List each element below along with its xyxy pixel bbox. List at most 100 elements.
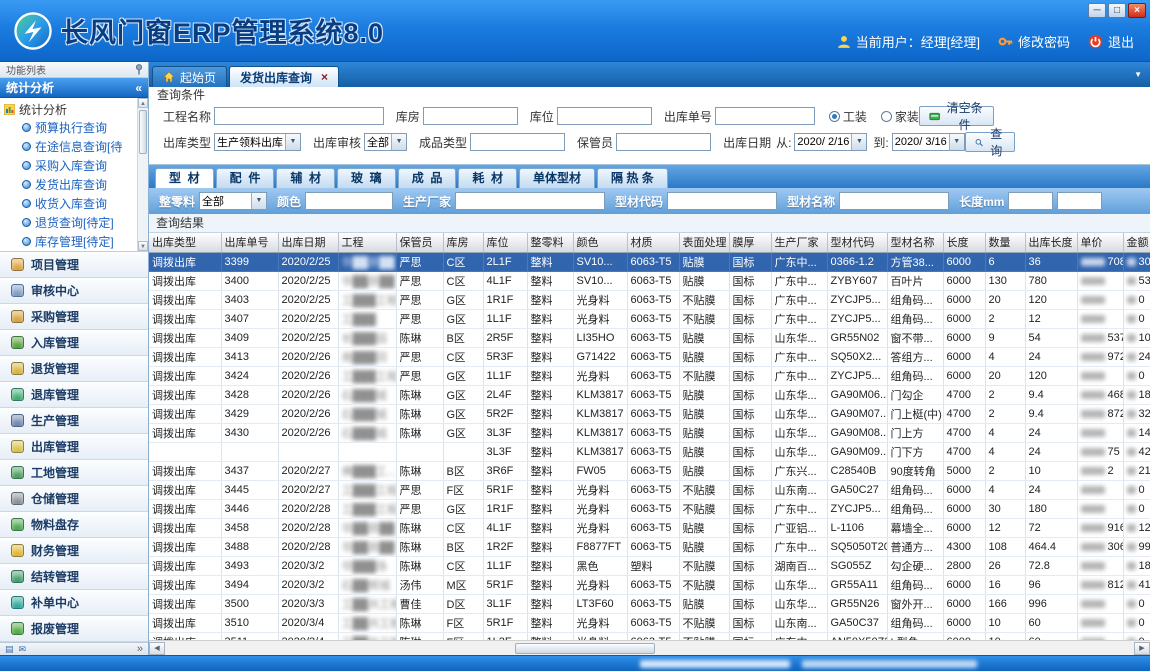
- radio-jiazhuang[interactable]: 家装: [881, 108, 919, 125]
- close-tab-icon[interactable]: ×: [321, 72, 328, 82]
- warehouse-input[interactable]: [423, 107, 518, 125]
- location-input[interactable]: [557, 107, 652, 125]
- project-name-input[interactable]: [214, 107, 384, 125]
- order-no-input[interactable]: [715, 107, 815, 125]
- column-header[interactable]: 材质: [627, 233, 679, 252]
- material-tab-6[interactable]: 单体型材: [519, 168, 595, 188]
- tree-item[interactable]: 收货入库查询: [4, 194, 136, 213]
- tree-item[interactable]: 预算执行查询: [4, 118, 136, 137]
- scroll-down-icon[interactable]: ▼: [138, 241, 148, 251]
- column-header[interactable]: 金额: [1123, 233, 1150, 252]
- column-header[interactable]: 膜厚: [729, 233, 771, 252]
- table-row[interactable]: 调拨出库34282020/2/26石███城陈琳G区2L4F整料KLM38176…: [149, 385, 1150, 404]
- material-tab-4[interactable]: 成 品: [398, 168, 457, 188]
- column-header[interactable]: 数量: [985, 233, 1025, 252]
- column-header[interactable]: 工程: [338, 233, 396, 252]
- logout-button[interactable]: 退出: [1088, 32, 1134, 51]
- column-header[interactable]: 库位: [483, 233, 527, 252]
- table-row[interactable]: 调拨出库34072020/2/25工███严思G区1L1F整料光身料6063-T…: [149, 309, 1150, 328]
- column-header[interactable]: 长度: [943, 233, 985, 252]
- tree-item[interactable]: 在途信息查询[待: [4, 137, 136, 156]
- sidebar-item-stock-return[interactable]: 退库管理: [0, 382, 148, 408]
- profile-code-input[interactable]: [667, 192, 777, 210]
- length-min-input[interactable]: [1008, 192, 1053, 210]
- profile-name-input[interactable]: [839, 192, 949, 210]
- scroll-thumb[interactable]: [139, 110, 147, 154]
- product-type-input[interactable]: [470, 133, 565, 151]
- tree-item[interactable]: 退货查询[待定]: [4, 213, 136, 232]
- column-header[interactable]: 整零料: [527, 233, 573, 252]
- table-row[interactable]: 调拨出库34452020/2/27工███工程严思F区5R1F整料光身料6063…: [149, 480, 1150, 499]
- column-header[interactable]: 保管员: [396, 233, 443, 252]
- scroll-thumb[interactable]: [515, 643, 655, 654]
- minimize-button[interactable]: ─: [1088, 3, 1106, 18]
- horizontal-scrollbar[interactable]: ◀ ▶: [149, 640, 1150, 655]
- sidebar-item-returns[interactable]: 退货管理: [0, 356, 148, 382]
- material-tab-3[interactable]: 玻 璃: [337, 168, 396, 188]
- material-tab-1[interactable]: 配 件: [216, 168, 275, 188]
- scroll-left-icon[interactable]: ◀: [149, 642, 165, 655]
- sidebar-item-production[interactable]: 生产管理: [0, 408, 148, 434]
- table-row[interactable]: 调拨出库34242020/2/26工███工程严思G区1L1F整料光身料6063…: [149, 366, 1150, 385]
- audit-select[interactable]: 全部 ▼: [364, 133, 407, 151]
- scroll-up-icon[interactable]: ▲: [138, 98, 148, 108]
- table-row[interactable]: 调拨出库34932020/3/2华███场陈琳C区1L1F整料黑色塑料不贴膜国标…: [149, 556, 1150, 575]
- clear-conditions-button[interactable]: 清空条件: [919, 106, 994, 126]
- table-row[interactable]: 调拨出库34942020/3/2石██辉城汤伟M区5R1F整料光身料6063-T…: [149, 575, 1150, 594]
- more-chevron-icon[interactable]: »: [137, 644, 143, 654]
- pin-icon[interactable]: [134, 64, 144, 75]
- table-row[interactable]: 调拨出库34462020/2/28工███工程严思G区1R1F整料光身料6063…: [149, 499, 1150, 518]
- sidebar-item-purchasing[interactable]: 采购管理: [0, 304, 148, 330]
- material-tab-2[interactable]: 辅 材: [276, 168, 335, 188]
- monitor-icon[interactable]: ▤: [5, 644, 14, 655]
- table-row[interactable]: 调拨出库34302020/2/26石███城陈琳G区3L3F整料KLM38176…: [149, 423, 1150, 442]
- table-row[interactable]: 调拨出库35102020/3/4工██共工程陈琳F区5R1F整料光身料6063-…: [149, 613, 1150, 632]
- search-button[interactable]: 查 询: [965, 132, 1015, 152]
- tab-shipment-outbound-query[interactable]: 发货出库查询 ×: [229, 66, 339, 87]
- tab-home[interactable]: 起始页: [152, 66, 227, 87]
- column-header[interactable]: 型材代码: [827, 233, 887, 252]
- close-window-button[interactable]: ×: [1128, 3, 1146, 18]
- table-row[interactable]: 调拨出库34292020/2/26石███城陈琳G区5R2F整料KLM38176…: [149, 404, 1150, 423]
- table-row[interactable]: 调拨出库35002020/3/3工██共工程曹佳D区3L1F整料LT3F6060…: [149, 594, 1150, 613]
- table-row[interactable]: 调拨出库34372020/2/27佛███工...陈琳B区3R6F整料FW056…: [149, 461, 1150, 480]
- color-input[interactable]: [305, 192, 393, 210]
- column-header[interactable]: 出库类型: [149, 233, 221, 252]
- sidebar-section-statistics[interactable]: 统计分析 «: [0, 78, 148, 98]
- maker-input[interactable]: [455, 192, 605, 210]
- column-header[interactable]: 单价: [1077, 233, 1123, 252]
- table-row[interactable]: 调拨出库34002020/2/25华██原██严思C区4L1F整料SV10...…: [149, 271, 1150, 290]
- table-row[interactable]: 调拨出库34032020/2/25工███工程严思G区1R1F整料光身料6063…: [149, 290, 1150, 309]
- column-header[interactable]: 生产厂家: [771, 233, 827, 252]
- radio-gongzhuang[interactable]: 工装: [829, 108, 867, 125]
- tree-item[interactable]: 库存管理[待定]: [4, 232, 136, 251]
- change-password-link[interactable]: 修改密码: [998, 32, 1070, 51]
- table-row[interactable]: 3L3F整料KLM38176063-T5贴膜国标山东华...GA90M09...…: [149, 442, 1150, 461]
- sidebar-item-scrap[interactable]: 报废管理: [0, 616, 148, 642]
- column-header[interactable]: 库房: [443, 233, 483, 252]
- sidebar-item-inbound[interactable]: 入库管理: [0, 330, 148, 356]
- sidebar-item-sites[interactable]: 工地管理: [0, 460, 148, 486]
- collapse-icon[interactable]: «: [135, 81, 142, 95]
- sidebar-item-finance[interactable]: 财务管理: [0, 538, 148, 564]
- column-header[interactable]: 出库单号: [221, 233, 278, 252]
- scroll-track[interactable]: [165, 642, 1134, 655]
- date-from-select[interactable]: 2020/ 2/16 ▼: [794, 133, 867, 151]
- tree-item[interactable]: 采购入库查询: [4, 156, 136, 175]
- tree-root[interactable]: 统计分析: [4, 100, 136, 118]
- material-tab-5[interactable]: 耗 材: [458, 168, 517, 188]
- column-header[interactable]: 出库日期: [278, 233, 338, 252]
- column-header[interactable]: 颜色: [573, 233, 627, 252]
- message-icon[interactable]: ✉: [19, 644, 27, 655]
- date-to-select[interactable]: 2020/ 3/16 ▼: [892, 133, 965, 151]
- sidebar-item-warehouse[interactable]: 仓储管理: [0, 486, 148, 512]
- table-row[interactable]: 调拨出库34582020/2/28华██原██陈琳C区4L1F整料光身料6063…: [149, 518, 1150, 537]
- tree-item[interactable]: 发货出库查询: [4, 175, 136, 194]
- tree-scrollbar[interactable]: ▲ ▼: [137, 98, 148, 251]
- table-row[interactable]: 调拨出库34882020/2/28华██原██陈琳B区1R2F整料F8877FT…: [149, 537, 1150, 556]
- keeper-input[interactable]: [616, 133, 711, 151]
- whole-part-select[interactable]: 全部 ▼: [199, 192, 267, 210]
- maximize-button[interactable]: □: [1108, 3, 1126, 18]
- sidebar-item-audit-center[interactable]: 审核中心: [0, 278, 148, 304]
- table-row[interactable]: 调拨出库33992020/2/25华██原██严思C区2L1F整料SV10...…: [149, 252, 1150, 271]
